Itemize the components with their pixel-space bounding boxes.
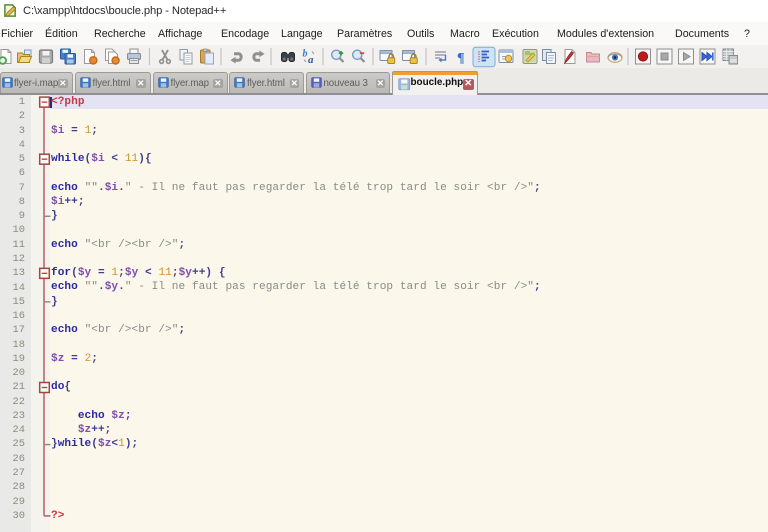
svg-text:¶: ¶ [457, 51, 465, 66]
svg-text:b: b [303, 49, 308, 60]
svg-text:a: a [308, 54, 314, 66]
svg-text:uc: uc [730, 58, 738, 65]
